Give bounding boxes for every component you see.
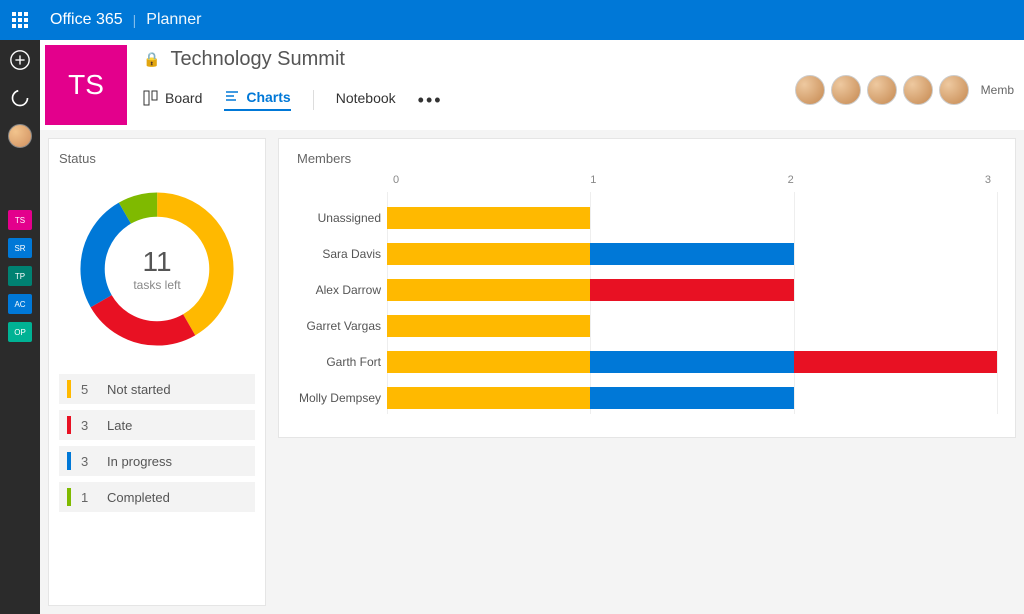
legend-count: 5 <box>81 382 97 397</box>
member-name: Unassigned <box>297 211 381 225</box>
member-row: Molly Dempsey <box>387 380 997 416</box>
plan-chip-sr[interactable]: SR <box>8 238 32 258</box>
bar-segment <box>590 387 793 409</box>
member-row: Garret Vargas <box>387 308 997 344</box>
member-bar[interactable] <box>387 315 997 337</box>
tasks-left-label: tasks left <box>133 278 180 292</box>
member-avatar[interactable] <box>831 75 861 105</box>
tasks-left-count: 11 <box>133 246 180 278</box>
legend-count: 3 <box>81 418 97 433</box>
members-title: Members <box>297 151 997 166</box>
topbar-separator: | <box>133 12 137 28</box>
tab-board[interactable]: Board <box>143 90 202 110</box>
legend-count: 3 <box>81 454 97 469</box>
plan-title: Technology Summit <box>170 48 345 71</box>
tab-notebook-label: Notebook <box>336 90 396 106</box>
axis-tick: 2 <box>788 174 794 186</box>
tab-charts[interactable]: Charts <box>224 89 290 111</box>
bar-segment <box>590 243 793 265</box>
member-bar[interactable] <box>387 243 997 265</box>
app-label[interactable]: Planner <box>146 11 201 29</box>
charts-icon <box>224 89 240 105</box>
legend-label: Not started <box>107 382 171 397</box>
legend-color <box>67 488 71 506</box>
plan-chip-ts[interactable]: TS <box>8 210 32 230</box>
topbar: Office 365 | Planner <box>0 0 1024 40</box>
hub-icon[interactable] <box>6 84 34 112</box>
member-row: Garth Fort <box>387 344 997 380</box>
legend-row[interactable]: 1 Completed <box>59 482 255 512</box>
legend-color <box>67 380 71 398</box>
member-bar[interactable] <box>387 207 997 229</box>
bar-segment <box>794 351 997 373</box>
bar-segment <box>590 279 793 301</box>
members-card: Members 0123 UnassignedSara DavisAlex Da… <box>278 138 1016 438</box>
tab-board-label: Board <box>165 90 202 106</box>
status-card: Status 11 tasks left 5Not started3Late3I… <box>48 138 266 606</box>
status-legend: 5 Not started 3 Late 3 In progress 1 Completed <box>59 374 255 512</box>
plan-header: TS 🔒 Technology Summit Board Charts Note… <box>40 40 1024 130</box>
left-rail: TS SR TP AC OP <box>0 40 40 614</box>
legend-count: 1 <box>81 490 97 505</box>
plan-badge: TS <box>45 45 127 125</box>
tabs: Board Charts Notebook ••• <box>143 89 779 111</box>
legend-label: Completed <box>107 490 170 505</box>
members-strip[interactable]: Memb <box>795 40 1024 130</box>
more-icon[interactable]: ••• <box>418 90 443 111</box>
bar-segment <box>387 315 590 337</box>
member-bar[interactable] <box>387 279 997 301</box>
bar-segment <box>590 351 793 373</box>
tab-divider <box>313 90 314 110</box>
legend-color <box>67 416 71 434</box>
member-name: Garret Vargas <box>297 319 381 333</box>
new-plan-icon[interactable] <box>6 46 34 74</box>
member-bar[interactable] <box>387 351 997 373</box>
member-name: Garth Fort <box>297 355 381 369</box>
members-chart: 0 1 2 3 UnassignedSara DavisAlex DarrowGarr… <box>387 174 997 414</box>
legend-row[interactable]: 3 Late <box>59 410 255 440</box>
member-bar[interactable] <box>387 387 997 409</box>
legend-label: In progress <box>107 454 172 469</box>
plan-chip-op[interactable]: OP <box>8 322 32 342</box>
legend-row[interactable]: 5 Not started <box>59 374 255 404</box>
member-avatar[interactable] <box>903 75 933 105</box>
plan-chip-ac[interactable]: AC <box>8 294 32 314</box>
app-launcher-icon[interactable] <box>0 0 40 40</box>
board-icon <box>143 90 159 106</box>
bar-segment <box>387 351 590 373</box>
member-avatar[interactable] <box>867 75 897 105</box>
tab-charts-label: Charts <box>246 89 290 105</box>
content: Status 11 tasks left 5Not started3Late3I… <box>40 130 1024 614</box>
legend-label: Late <box>107 418 132 433</box>
member-row: Sara Davis <box>387 236 997 272</box>
bar-segment <box>387 207 590 229</box>
members-label[interactable]: Memb <box>981 83 1014 97</box>
bar-segment <box>387 279 590 301</box>
status-donut: 11 tasks left <box>59 174 255 364</box>
member-avatar[interactable] <box>795 75 825 105</box>
axis-tick: 1 <box>590 174 596 186</box>
member-row: Alex Darrow <box>387 272 997 308</box>
bar-segment <box>387 243 590 265</box>
member-row: Unassigned <box>387 200 997 236</box>
tab-notebook[interactable]: Notebook <box>336 90 396 110</box>
legend-row[interactable]: 3 In progress <box>59 446 255 476</box>
axis-tick: 3 <box>985 174 991 186</box>
lock-icon: 🔒 <box>143 51 160 68</box>
plan-chip-tp[interactable]: TP <box>8 266 32 286</box>
legend-color <box>67 452 71 470</box>
member-name: Molly Dempsey <box>297 391 381 405</box>
axis-tick: 0 <box>393 174 399 186</box>
brand-label[interactable]: Office 365 <box>50 11 123 29</box>
user-avatar[interactable] <box>6 122 34 150</box>
bar-segment <box>387 387 590 409</box>
status-title: Status <box>59 151 255 166</box>
member-avatar[interactable] <box>939 75 969 105</box>
member-name: Sara Davis <box>297 247 381 261</box>
member-name: Alex Darrow <box>297 283 381 297</box>
